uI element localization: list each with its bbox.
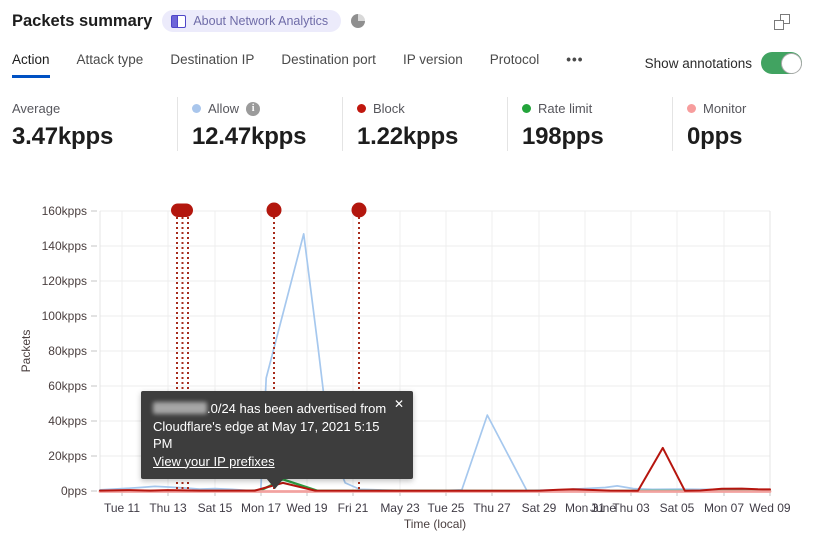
tab-action[interactable]: Action [12,52,50,78]
svg-text:Thu 13: Thu 13 [149,501,187,515]
show-annotations-label: Show annotations [644,55,752,71]
svg-text:Thu 27: Thu 27 [473,501,511,515]
annotation-marker-group[interactable] [171,203,193,218]
stat-value: 12.47kpps [192,123,307,150]
stat-value: 3.47kpps [12,123,114,150]
x-axis-title: Time (local) [404,517,466,531]
more-tabs-ellipsis-icon[interactable]: ••• [566,52,583,78]
stat-value: 1.22kpps [357,123,459,150]
svg-text:20kpps: 20kpps [48,449,87,463]
rate-limit-legend-dot [522,104,531,113]
svg-text:Sat 05: Sat 05 [660,501,695,515]
page-title: Packets summary [12,11,153,30]
svg-text:Thu 03: Thu 03 [612,501,650,515]
stat-label: Allow [208,101,240,116]
monitor-legend-dot [687,104,696,113]
block-legend-dot [357,104,366,113]
stats-row: Average 3.47kpps Allow i 12.47kpps Block… [12,97,816,151]
stat-label: Monitor [703,101,747,116]
svg-text:Wed 19: Wed 19 [286,501,327,515]
stat-value: 0pps [687,123,743,150]
svg-text:140kpps: 140kpps [42,239,87,253]
book-icon [171,15,187,28]
tooltip-arrow [266,478,284,489]
pie-status-icon[interactable] [351,14,366,28]
x-axis-labels: Tue 11 Thu 13 Sat 15 Mon 17 Wed 19 Fri 2… [104,501,791,515]
stat-value: 198pps [522,123,604,150]
svg-text:May 23: May 23 [380,501,420,515]
packets-time-series-chart: 160kpps 140kpps 120kpps 100kpps 80kpps 6… [19,202,791,531]
stat-label: Average [12,101,61,116]
copy-icon[interactable] [774,14,790,30]
stat-monitor: Monitor 0pps [672,97,816,151]
toggle-knob [780,52,802,74]
annotation-marker[interactable] [351,202,367,218]
svg-text:120kpps: 120kpps [42,274,87,288]
svg-text:Wed 09: Wed 09 [749,501,790,515]
svg-text:Mon 17: Mon 17 [241,501,281,515]
y-axis-labels: 160kpps 140kpps 120kpps 100kpps 80kpps 6… [42,204,87,498]
svg-text:Fri 21: Fri 21 [338,501,369,515]
tab-ip-version[interactable]: IP version [403,52,463,78]
svg-text:Sat 29: Sat 29 [522,501,557,515]
stat-label: Block [373,101,405,116]
svg-text:80kpps: 80kpps [48,344,87,358]
header: Packets summary About Network Analytics [12,10,366,32]
stat-average: Average 3.47kpps [12,97,177,151]
stat-label: Rate limit [538,101,593,116]
svg-text:Tue 11: Tue 11 [104,501,140,515]
info-icon[interactable]: i [246,101,261,116]
view-ip-prefixes-link[interactable]: View your IP prefixes [153,454,275,469]
annotation-tooltip: ✕ .0/24 has been advertised from Cloudfl… [141,391,413,489]
svg-text:Sat 15: Sat 15 [198,501,233,515]
svg-text:Mon 07: Mon 07 [704,501,744,515]
stat-rate-limit: Rate limit 198pps [507,97,672,151]
tab-bar: Action Attack type Destination IP Destin… [12,52,802,78]
allow-legend-dot [192,104,201,113]
tab-attack-type[interactable]: Attack type [77,52,144,78]
tab-destination-ip[interactable]: Destination IP [170,52,254,78]
tab-protocol[interactable]: Protocol [490,52,540,78]
svg-text:40kpps: 40kpps [48,414,87,428]
show-annotations-toggle[interactable] [761,52,802,74]
badge-label: About Network Analytics [193,14,329,28]
stat-allow: Allow i 12.47kpps [177,97,342,151]
tab-destination-port[interactable]: Destination port [281,52,376,78]
svg-text:100kpps: 100kpps [42,309,87,323]
annotation-marker[interactable] [266,202,282,218]
stat-block: Block 1.22kpps [342,97,507,151]
svg-text:0pps: 0pps [61,484,87,498]
close-icon[interactable]: ✕ [394,396,404,414]
svg-text:160kpps: 160kpps [42,204,87,218]
redacted-ip-prefix [153,402,207,414]
about-network-analytics-badge[interactable]: About Network Analytics [162,10,342,32]
svg-text:Tue 25: Tue 25 [428,501,465,515]
svg-text:60kpps: 60kpps [48,379,87,393]
y-axis-title: Packets [19,330,33,373]
